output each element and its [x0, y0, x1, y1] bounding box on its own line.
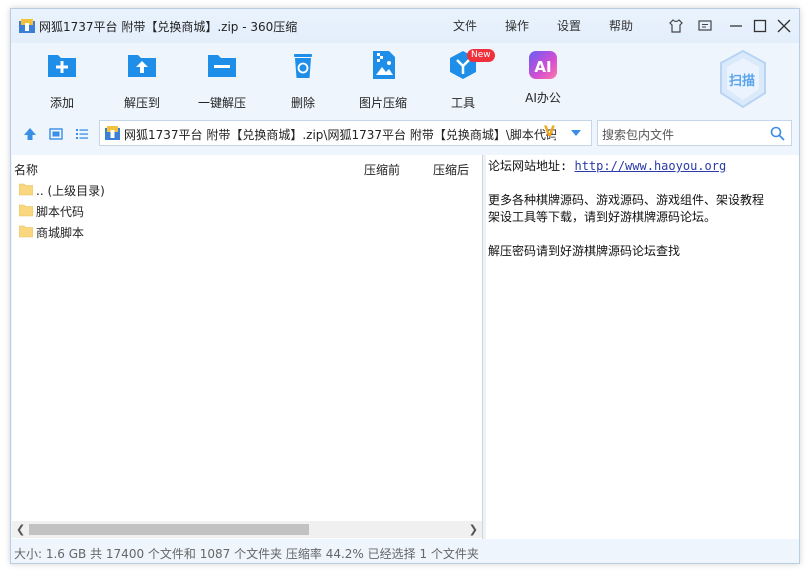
preview-site-line: 论坛网站地址: http://www.haoyou.org [488, 157, 726, 174]
feedback-icon[interactable] [697, 18, 713, 34]
column-name[interactable]: 名称 [14, 161, 38, 178]
minimize-icon[interactable] [728, 18, 744, 34]
title-bar: 网狐1737平台 附带【兑换商城】.zip - 360压缩 文件 操作 设置 帮… [11, 9, 799, 43]
scrollbar-thumb[interactable] [29, 524, 309, 535]
file-list-pane: 名称 压缩前 压缩后 .. (上级目录) 脚本代码 商城脚本 ❮ ❯ [12, 155, 483, 539]
close-icon[interactable] [776, 18, 792, 34]
list-item-folder[interactable]: 脚本代码 [18, 200, 458, 220]
address-v-badge: V [544, 124, 555, 140]
preview-line-2: 更多各种棋牌源码、游戏源码、游戏组件、架设教程 [488, 193, 765, 207]
image-compress-button[interactable]: 图片压缩 [343, 49, 423, 111]
delete-label: 删除 [290, 96, 315, 110]
preview-line-4: 解压密码请到好游棋牌源码论坛查找 [488, 244, 681, 258]
chevron-down-icon[interactable] [570, 128, 582, 138]
search-box[interactable]: 搜索包内文件 [597, 120, 792, 146]
search-input[interactable]: 搜索包内文件 [602, 126, 674, 143]
menu-help[interactable]: 帮助 [609, 17, 633, 34]
folder-icon [19, 225, 33, 238]
one-click-extract-label: 一键解压 [197, 96, 246, 110]
add-button[interactable]: 添加 [22, 49, 102, 111]
tools-label: 工具 [450, 96, 475, 110]
one-click-extract-button[interactable]: 一键解压 [182, 49, 262, 111]
recycle-bin-icon [294, 54, 312, 78]
main-toolbar: 添加 解压到 一键解压 删除 图片压缩 New 工具 AI AI办公 扫描 [11, 43, 799, 115]
list-item-folder[interactable]: 商城脚本 [18, 221, 458, 241]
scan-label: 扫描 [729, 74, 756, 89]
one-click-extract-icon [208, 55, 236, 77]
scan-button[interactable]: 扫描 [717, 49, 769, 109]
ai-office-icon: AI [529, 51, 557, 79]
scroll-left-arrow-icon[interactable]: ❮ [16, 523, 25, 536]
address-bar[interactable]: 网狐1737平台 附带【兑换商城】.zip\网狐1737平台 附带【兑换商城】\… [99, 120, 592, 146]
folder-icon [19, 183, 33, 196]
list-item-label: .. (上级目录) [36, 184, 105, 198]
image-compress-icon [373, 51, 395, 79]
extract-folder-icon [128, 55, 156, 77]
status-text: 大小: 1.6 GB 共 17400 个文件和 1087 个文件夹 压缩率 44… [14, 547, 479, 561]
thumbnail-view-icon[interactable] [49, 127, 63, 141]
list-item-label: 商城脚本 [36, 226, 85, 240]
app-window: 网狐1737平台 附带【兑换商城】.zip - 360压缩 文件 操作 设置 帮… [10, 8, 800, 564]
menu-operate[interactable]: 操作 [505, 17, 529, 34]
new-badge: New [467, 49, 495, 62]
add-label: 添加 [49, 96, 74, 110]
ai-office-label: AI办公 [525, 91, 561, 105]
search-icon[interactable] [770, 126, 785, 141]
list-item-label: 脚本代码 [36, 205, 85, 219]
delete-button[interactable]: 删除 [263, 49, 343, 111]
extract-to-button[interactable]: 解压到 [102, 49, 182, 111]
column-size-after[interactable]: 压缩后 [433, 161, 469, 178]
folder-add-icon [48, 55, 76, 77]
up-arrow-icon[interactable] [23, 127, 37, 141]
address-row: 网狐1737平台 附带【兑换商城】.zip\网狐1737平台 附带【兑换商城】\… [11, 117, 799, 149]
list-header: 名称 压缩前 压缩后 [12, 155, 482, 179]
window-title: 网狐1737平台 附带【兑换商城】.zip - 360压缩 [39, 20, 298, 34]
skin-icon[interactable] [668, 18, 684, 34]
comment-preview-pane: 论坛网站地址: http://www.haoyou.org 更多各种棋牌源码、游… [486, 155, 799, 539]
folder-icon [19, 204, 33, 217]
status-bar: 大小: 1.6 GB 共 17400 个文件和 1087 个文件夹 压缩率 44… [11, 541, 799, 563]
tools-button[interactable]: New 工具 [423, 49, 503, 111]
address-path: 网狐1737平台 附带【兑换商城】.zip\网狐1737平台 附带【兑换商城】\… [124, 128, 556, 142]
ai-office-button[interactable]: AI AI办公 [503, 49, 583, 106]
list-view-icon[interactable] [75, 127, 89, 141]
preview-line-3: 架设工具等下载，请到好游棋牌源码论坛。 [488, 210, 717, 224]
scroll-right-arrow-icon[interactable]: ❯ [469, 523, 478, 536]
extract-to-label: 解压到 [123, 96, 160, 110]
menu-settings[interactable]: 设置 [557, 17, 581, 34]
menu-file[interactable]: 文件 [453, 17, 477, 34]
ai-icon-text: AI [534, 58, 552, 76]
preview-site-link[interactable]: http://www.haoyou.org [574, 159, 726, 173]
list-item-parent-dir[interactable]: .. (上级目录) [18, 179, 458, 199]
maximize-icon[interactable] [752, 18, 768, 34]
archive-path-icon [105, 126, 120, 140]
archive-app-icon [19, 19, 35, 33]
horizontal-scrollbar[interactable]: ❮ ❯ [12, 521, 482, 538]
column-size-before[interactable]: 压缩前 [364, 161, 400, 178]
image-compress-label: 图片压缩 [358, 96, 407, 110]
preview-site-label: 论坛网站地址: [488, 159, 568, 173]
